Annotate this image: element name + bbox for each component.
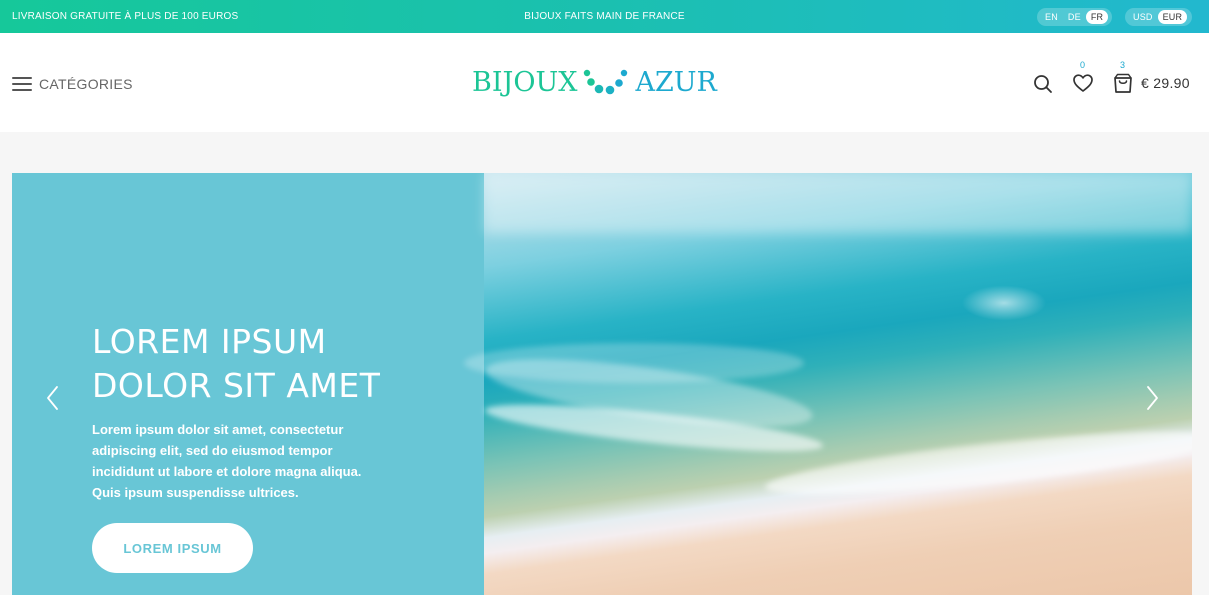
hero-title: LOREM IPSUM DOLOR SIT AMET xyxy=(92,320,452,408)
language-option-de[interactable]: DE xyxy=(1063,10,1086,24)
wishlist-button[interactable] xyxy=(1072,73,1094,98)
hero-title-line-1: LOREM IPSUM xyxy=(92,322,327,361)
currency-switcher: USD EUR xyxy=(1125,8,1192,26)
categories-label: CATÉGORIES xyxy=(39,76,133,92)
search-icon xyxy=(1034,75,1052,93)
chevron-right-icon xyxy=(1147,386,1158,410)
hero-description: Lorem ipsum dolor sit amet, consectetur … xyxy=(92,422,362,500)
language-option-fr[interactable]: FR xyxy=(1085,10,1109,24)
hero-title-line-2: DOLOR SIT AMET xyxy=(92,366,381,405)
slider-prev-button[interactable] xyxy=(45,385,61,411)
shopping-bag-icon xyxy=(1114,73,1132,93)
menu-icon xyxy=(12,77,32,91)
slider-next-button[interactable] xyxy=(1144,385,1160,411)
search-button[interactable] xyxy=(1033,74,1053,99)
language-option-en[interactable]: EN xyxy=(1040,10,1063,24)
wishlist-count-badge: 0 xyxy=(1080,60,1086,70)
site-logo[interactable]: BIJOUX AZUR xyxy=(472,63,717,103)
logo-word-bijoux: BIJOUX xyxy=(472,67,578,98)
site-header: CATÉGORIES BIJOUX AZUR 0 3 € 29.90 xyxy=(0,33,1209,132)
categories-menu-button[interactable]: CATÉGORIES xyxy=(12,76,133,92)
chevron-left-icon xyxy=(47,386,58,410)
tagline: BIJOUX FAITS MAIN DE FRANCE xyxy=(524,11,685,22)
cart-count-badge: 3 xyxy=(1120,60,1126,70)
logo-word-azur: AZUR xyxy=(635,67,717,98)
currency-option-eur[interactable]: EUR xyxy=(1157,10,1188,24)
hero-slider: LOREM IPSUM DOLOR SIT AMET Lorem ipsum d… xyxy=(12,173,1192,595)
cart-button[interactable] xyxy=(1113,73,1133,99)
currency-option-usd[interactable]: USD xyxy=(1128,10,1158,24)
top-bar: LIVRAISON GRATUITE À PLUS DE 100 EUROS B… xyxy=(0,0,1209,33)
hero-cta-button[interactable]: LOREM IPSUM xyxy=(92,523,253,573)
logo-pearls-icon xyxy=(584,69,628,95)
heart-icon xyxy=(1073,74,1093,92)
language-switcher: EN DE FR xyxy=(1037,8,1112,26)
hero-beach-image xyxy=(464,173,1192,595)
cart-total[interactable]: € 29.90 xyxy=(1141,75,1190,91)
